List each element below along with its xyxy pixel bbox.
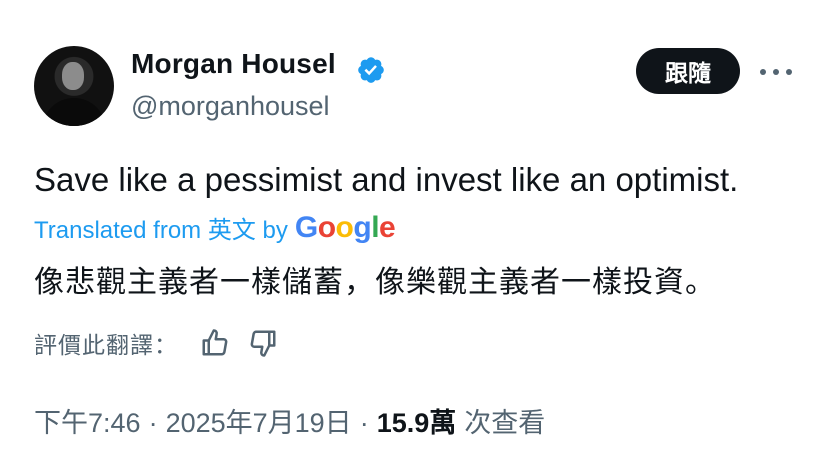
meta-separator: · <box>148 408 158 438</box>
thumbs-down-icon[interactable] <box>248 328 278 358</box>
verified-badge-icon[interactable] <box>356 55 386 85</box>
avatar[interactable] <box>34 46 114 126</box>
post-date[interactable]: 2025年7月19日 <box>166 401 352 440</box>
translated-text: 像悲觀主義者一樣儲蓄，像樂觀主義者一樣投資。 <box>34 266 716 299</box>
follow-button[interactable]: 跟隨 <box>636 48 740 94</box>
views-count[interactable]: 15.9萬 <box>377 401 457 440</box>
translated-from-label[interactable]: Translated from 英文 by <box>34 210 288 245</box>
rate-translation-label: 評價此翻譯： <box>34 332 178 358</box>
post-time[interactable]: 下午7:46 <box>34 401 141 440</box>
more-icon[interactable] <box>760 58 792 86</box>
tweet-text: Save like a pessimist and invest like an… <box>34 161 739 198</box>
avatar-face <box>62 62 84 90</box>
more-dot <box>760 69 766 75</box>
tweet-meta: 下午7:46 · 2025年7月19日 · 15.9萬 次查看 <box>34 401 545 440</box>
google-logo: Google <box>294 210 396 244</box>
avatar-shoulders <box>42 98 106 126</box>
meta-separator: · <box>359 408 369 438</box>
more-dot <box>786 69 792 75</box>
translation-attribution: Translated from 英文 by Google <box>34 210 396 245</box>
author-name[interactable]: Morgan Housel <box>131 48 336 80</box>
author-handle[interactable]: @morganhousel <box>131 91 330 122</box>
more-dot <box>773 69 779 75</box>
views-label: 次查看 <box>464 408 546 438</box>
thumbs-up-icon[interactable] <box>200 328 230 358</box>
rate-translation: 評價此翻譯： <box>34 326 278 360</box>
